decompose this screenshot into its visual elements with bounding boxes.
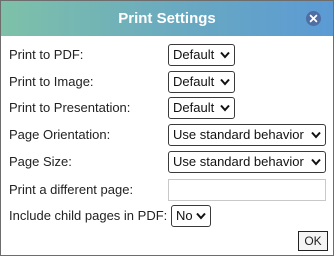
page-size-value: Use standard behavior bbox=[173, 154, 304, 169]
chevron-down-icon bbox=[220, 104, 230, 112]
child-pages-select[interactable]: No bbox=[171, 205, 211, 227]
print-settings-dialog: Print Settings Print to PDF: Default Pri… bbox=[0, 0, 334, 256]
print-pdf-select[interactable]: Default bbox=[168, 44, 235, 66]
page-orientation-row: Page Orientation: Use standard behavior bbox=[9, 124, 329, 146]
page-orientation-select[interactable]: Use standard behavior bbox=[168, 124, 326, 146]
page-size-row: Page Size: Use standard behavior bbox=[9, 151, 329, 173]
chevron-down-icon bbox=[311, 158, 321, 166]
dialog-title: Print Settings bbox=[118, 10, 216, 27]
chevron-down-icon bbox=[311, 131, 321, 139]
child-pages-value: No bbox=[176, 208, 193, 223]
print-presentation-label: Print to Presentation: bbox=[9, 100, 131, 115]
ok-button[interactable]: OK bbox=[298, 231, 328, 251]
chevron-down-icon bbox=[220, 51, 230, 59]
different-page-label: Print a different page: bbox=[9, 182, 134, 197]
close-button[interactable] bbox=[306, 11, 321, 26]
different-page-row: Print a different page: bbox=[9, 179, 329, 201]
print-presentation-value: Default bbox=[173, 100, 215, 115]
print-image-row: Print to Image: Default bbox=[9, 71, 329, 93]
child-pages-row: Include child pages in PDF: No bbox=[9, 205, 329, 227]
print-pdf-value: Default bbox=[173, 47, 215, 62]
dialog-titlebar: Print Settings bbox=[1, 1, 333, 36]
page-orientation-label: Page Orientation: bbox=[9, 127, 111, 142]
chevron-down-icon bbox=[220, 78, 230, 86]
close-icon bbox=[309, 14, 318, 23]
child-pages-label: Include child pages in PDF: bbox=[9, 208, 168, 223]
print-pdf-row: Print to PDF: Default bbox=[9, 44, 329, 66]
print-presentation-select[interactable]: Default bbox=[168, 97, 235, 119]
print-image-label: Print to Image: bbox=[9, 74, 94, 89]
page-size-label: Page Size: bbox=[9, 154, 72, 169]
print-pdf-label: Print to PDF: bbox=[9, 47, 84, 62]
print-presentation-row: Print to Presentation: Default bbox=[9, 97, 329, 119]
print-image-select[interactable]: Default bbox=[168, 71, 235, 93]
chevron-down-icon bbox=[196, 212, 206, 220]
page-size-select[interactable]: Use standard behavior bbox=[168, 151, 326, 173]
page-orientation-value: Use standard behavior bbox=[173, 127, 304, 142]
different-page-input[interactable] bbox=[168, 179, 326, 201]
print-image-value: Default bbox=[173, 74, 215, 89]
